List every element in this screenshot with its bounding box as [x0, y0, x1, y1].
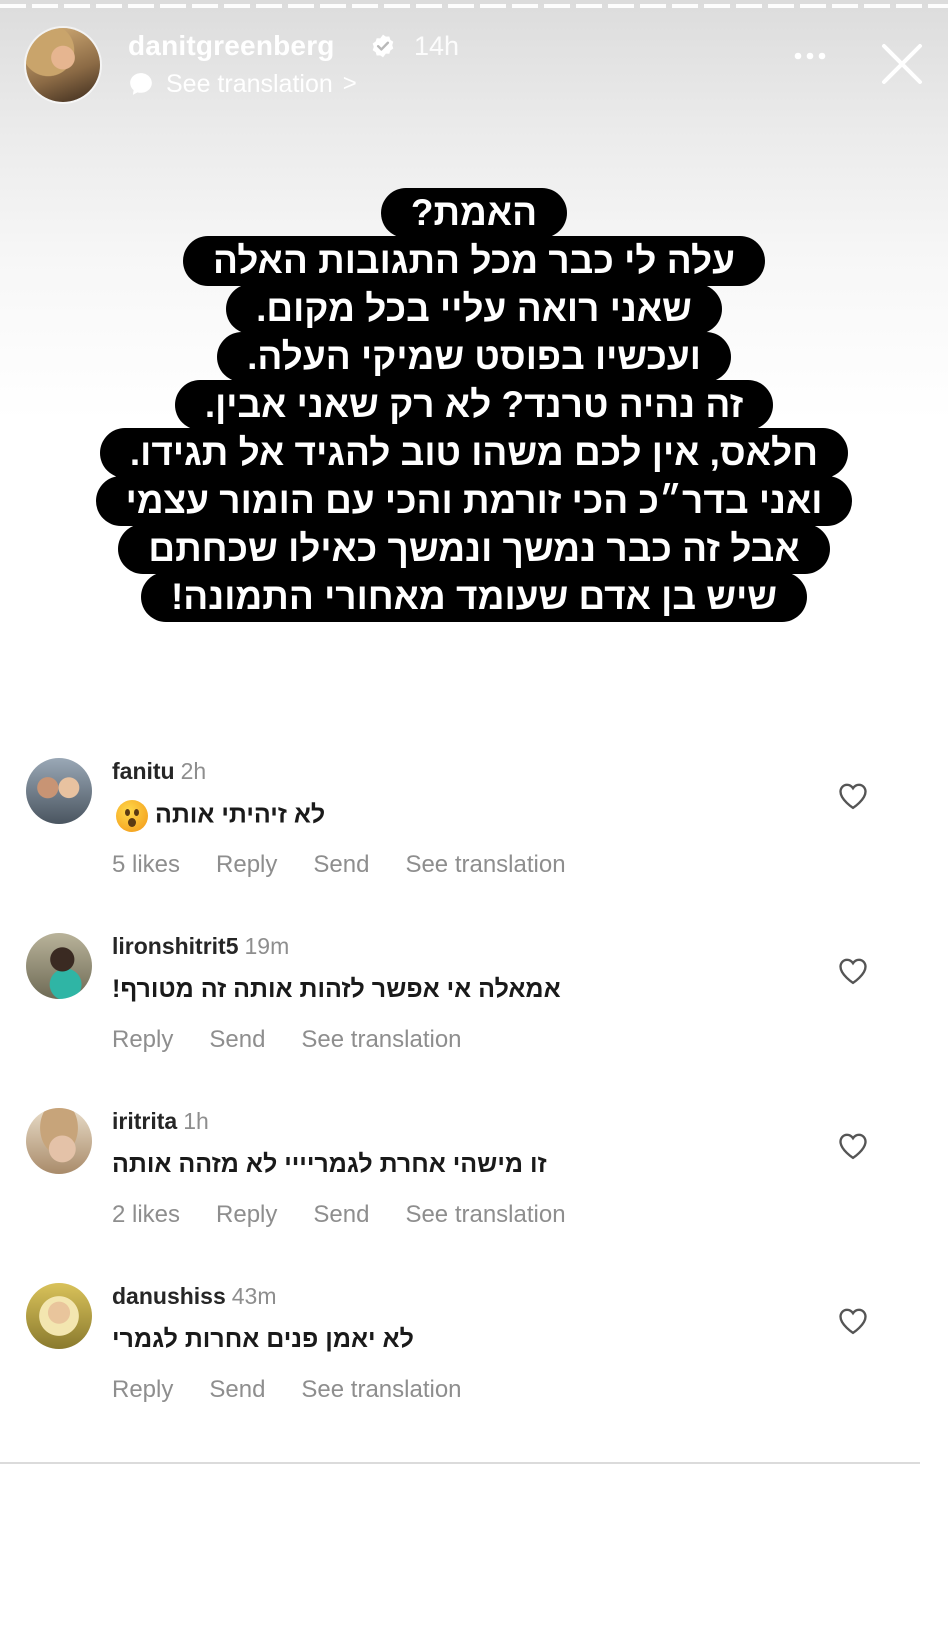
reply-button[interactable]: Reply	[112, 1376, 173, 1404]
caption-line: האמת?	[380, 188, 568, 238]
send-button[interactable]: Send	[209, 1376, 265, 1404]
profile-avatar[interactable]	[26, 28, 100, 102]
caption-line: אבל זה כבר נמשך ונמשך כאילו שכחתם	[118, 524, 830, 574]
verified-badge-icon	[372, 34, 394, 58]
story-progress-bar	[0, 4, 948, 8]
comments-list: fanitu 2h לא זיהיתי אותה 5 likes Reply Se…	[0, 688, 920, 1464]
avatar[interactable]	[26, 1108, 92, 1174]
see-translation-link[interactable]: See translation >	[128, 67, 357, 101]
comment-text: לא יאמן פנים אחרות לגמרי	[112, 1325, 414, 1353]
story-username[interactable]: danitgreenberg	[128, 30, 335, 62]
comment-header: fanitu 2h	[112, 758, 206, 785]
comment-text: אמאלה אי אפשר לזהות אותה זה מטורף!	[112, 975, 561, 1003]
chevron-right-icon: >	[342, 70, 357, 97]
story-time: 14h	[414, 31, 460, 61]
caption-line: זה נהיה טרנד? לא רק שאני אבין.	[174, 380, 774, 430]
caption-line: חלאס, אין לכם משהו טוב להגיד אל תגידו.	[99, 428, 849, 478]
comment-item: danushiss 43m לא יאמן פנים אחרות לגמרי Re…	[0, 1213, 920, 1403]
caption-line: עלה לי כבר מכל התגובות האלה	[182, 236, 765, 286]
comment-text-body: לא זיהיתי אותה	[154, 800, 326, 829]
heart-icon[interactable]	[838, 1132, 868, 1160]
comment-time: 43m	[231, 1283, 277, 1309]
translate-icon	[130, 73, 152, 95]
more-icon[interactable]	[790, 46, 830, 66]
comment-header: lironshitrit5 19m	[112, 933, 289, 960]
heart-icon[interactable]	[838, 1307, 868, 1335]
comment-text: לא זיהיתי אותה	[112, 800, 325, 832]
comment-item: lironshitrit5 19m אמאלה אי אפשר לזהות אות…	[0, 863, 920, 1053]
comment-header: iritrita 1h	[112, 1108, 209, 1135]
caption-line: שיש בן אדם שעומד מאחורי התמונה!	[140, 572, 808, 622]
story-header: danitgreenberg 14h See translation >	[0, 26, 948, 106]
comment-item: iritrita 1h זו מישהי אחרת לגמריייי לא מזה…	[0, 1038, 920, 1228]
comment-username[interactable]: lironshitrit5	[112, 933, 239, 959]
caption-line: ועכשיו בפוסט שמיקי העלה.	[217, 332, 731, 382]
comment-text: זו מישהי אחרת לגמריייי לא מזהה אותה	[112, 1150, 547, 1178]
comment-time: 2h	[180, 758, 207, 784]
comment-username[interactable]: fanitu	[112, 758, 175, 784]
comment-actions: Reply Send See translation	[112, 1376, 462, 1404]
comment-header: danushiss 43m	[112, 1283, 277, 1310]
comment-time: 19m	[244, 933, 290, 959]
caption-line: ואני בדר״כ הכי זורמת והכי עם הומור עצמי	[95, 476, 853, 526]
comment-item: fanitu 2h לא זיהיתי אותה 5 likes Reply Se…	[0, 688, 920, 878]
heart-icon[interactable]	[838, 957, 868, 985]
comment-username[interactable]: iritrita	[112, 1108, 177, 1134]
story-caption: האמת? עלה לי כבר מכל התגובות האלה שאני ר…	[50, 188, 898, 622]
avatar[interactable]	[26, 933, 92, 999]
close-icon[interactable]	[878, 40, 926, 88]
see-translation-button[interactable]: See translation	[301, 1376, 461, 1404]
comment-time: 1h	[183, 1108, 209, 1134]
avatar[interactable]	[26, 758, 92, 824]
astonished-face-icon	[116, 800, 148, 832]
see-translation-label: See translation	[166, 69, 333, 98]
heart-icon[interactable]	[838, 782, 868, 810]
caption-line: שאני רואה עליי בכל מקום.	[226, 284, 722, 334]
avatar[interactable]	[26, 1283, 92, 1349]
comment-username[interactable]: danushiss	[112, 1283, 226, 1309]
